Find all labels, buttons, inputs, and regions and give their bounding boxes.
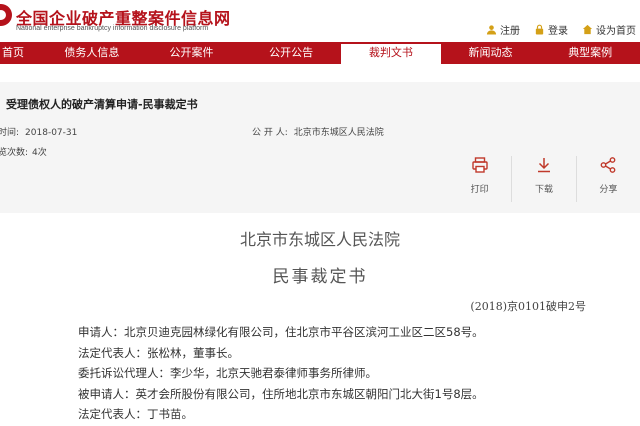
- publisher-value: 北京市东城区人民法院: [293, 128, 384, 138]
- nav-item-judgments[interactable]: 裁判文书: [341, 42, 441, 64]
- document-body: 申请人：北京贝迪克园林绿化有限公司，住北京市平谷区滨河工业区二区58号。 法定代…: [78, 322, 484, 425]
- view-count-value: 4次: [32, 148, 47, 158]
- paragraph-respondent: 被申请人：英才会所股份有限公司，住所地北京市东城区朝阳门北大街1号8层。: [78, 386, 484, 401]
- view-count: 览次数: 4次: [0, 145, 47, 158]
- nav-item-home[interactable]: 首页: [0, 42, 42, 64]
- case-number: (2018)京0101破申2号: [470, 300, 586, 313]
- paragraph-applicant-representative: 法定代表人：张松林，董事长。: [78, 345, 239, 360]
- publisher-label: 公 开 人:: [252, 128, 288, 138]
- register-link[interactable]: 注册: [486, 22, 520, 37]
- download-button[interactable]: 下载: [511, 156, 575, 202]
- share-button[interactable]: 分享: [575, 156, 640, 202]
- set-homepage-link[interactable]: 设为首页: [582, 22, 636, 37]
- top-links: 注册 登录 设为首页: [486, 22, 636, 37]
- share-icon: [600, 157, 616, 173]
- nav-item-debtor-info[interactable]: 债务人信息: [42, 42, 142, 64]
- paragraph-litigation-agent: 委托诉讼代理人：李少华，北京天驰君泰律师事务所律师。: [78, 366, 377, 380]
- publish-time-value: 2018-07-31: [25, 128, 78, 138]
- register-link-label: 注册: [500, 26, 520, 37]
- print-button[interactable]: 打印: [448, 156, 511, 202]
- download-label: 下载: [534, 185, 553, 195]
- paragraph-applicant: 申请人：北京贝迪克园林绿化有限公司，住北京市平谷区滨河工业区二区58号。: [78, 325, 484, 339]
- print-icon: [471, 157, 488, 173]
- site-logo-icon[interactable]: [0, 4, 12, 26]
- home-icon: [582, 24, 593, 35]
- nav-item-news[interactable]: 新闻动态: [441, 42, 541, 64]
- login-link[interactable]: 登录: [534, 22, 568, 37]
- document-info-panel: 受理债权人的破产清算申请-民事裁定书 时间: 2018-07-31 公 开 人: 北…: [0, 82, 640, 213]
- login-link-label: 登录: [548, 26, 568, 37]
- download-icon: [537, 158, 550, 173]
- main-nav: 首页 债务人信息 公开案件 公开公告 裁判文书 新闻动态 典型案例: [0, 42, 640, 64]
- print-label: 打印: [470, 185, 489, 195]
- paragraph-respondent-representative: 法定代表人：丁书苗。: [78, 407, 193, 421]
- site-header: 全国企业破产重整案件信息网 National enterprise bankru…: [0, 0, 640, 42]
- nav-item-public-notices[interactable]: 公开公告: [241, 42, 341, 64]
- document-type-heading: 民事裁定书: [272, 267, 368, 287]
- publish-time: 时间: 2018-07-31: [0, 125, 77, 138]
- publish-time-label: 时间:: [0, 128, 20, 138]
- user-icon: [486, 25, 497, 35]
- lock-icon: [535, 24, 544, 35]
- court-name: 北京市东城区人民法院: [239, 230, 400, 249]
- site-subtitle: National enterprise bankruptcy informati…: [16, 25, 209, 32]
- set-homepage-link-label: 设为首页: [596, 26, 636, 37]
- nav-item-typical-cases[interactable]: 典型案例: [540, 42, 640, 64]
- view-count-label: 览次数:: [0, 148, 29, 158]
- nav-item-public-cases[interactable]: 公开案件: [142, 42, 242, 64]
- document-title: 受理债权人的破产清算申请-民事裁定书: [6, 98, 198, 111]
- share-label: 分享: [599, 185, 618, 195]
- document-actions: 打印 下载 分享: [448, 156, 640, 202]
- publisher: 公 开 人: 北京市东城区人民法院: [252, 125, 384, 138]
